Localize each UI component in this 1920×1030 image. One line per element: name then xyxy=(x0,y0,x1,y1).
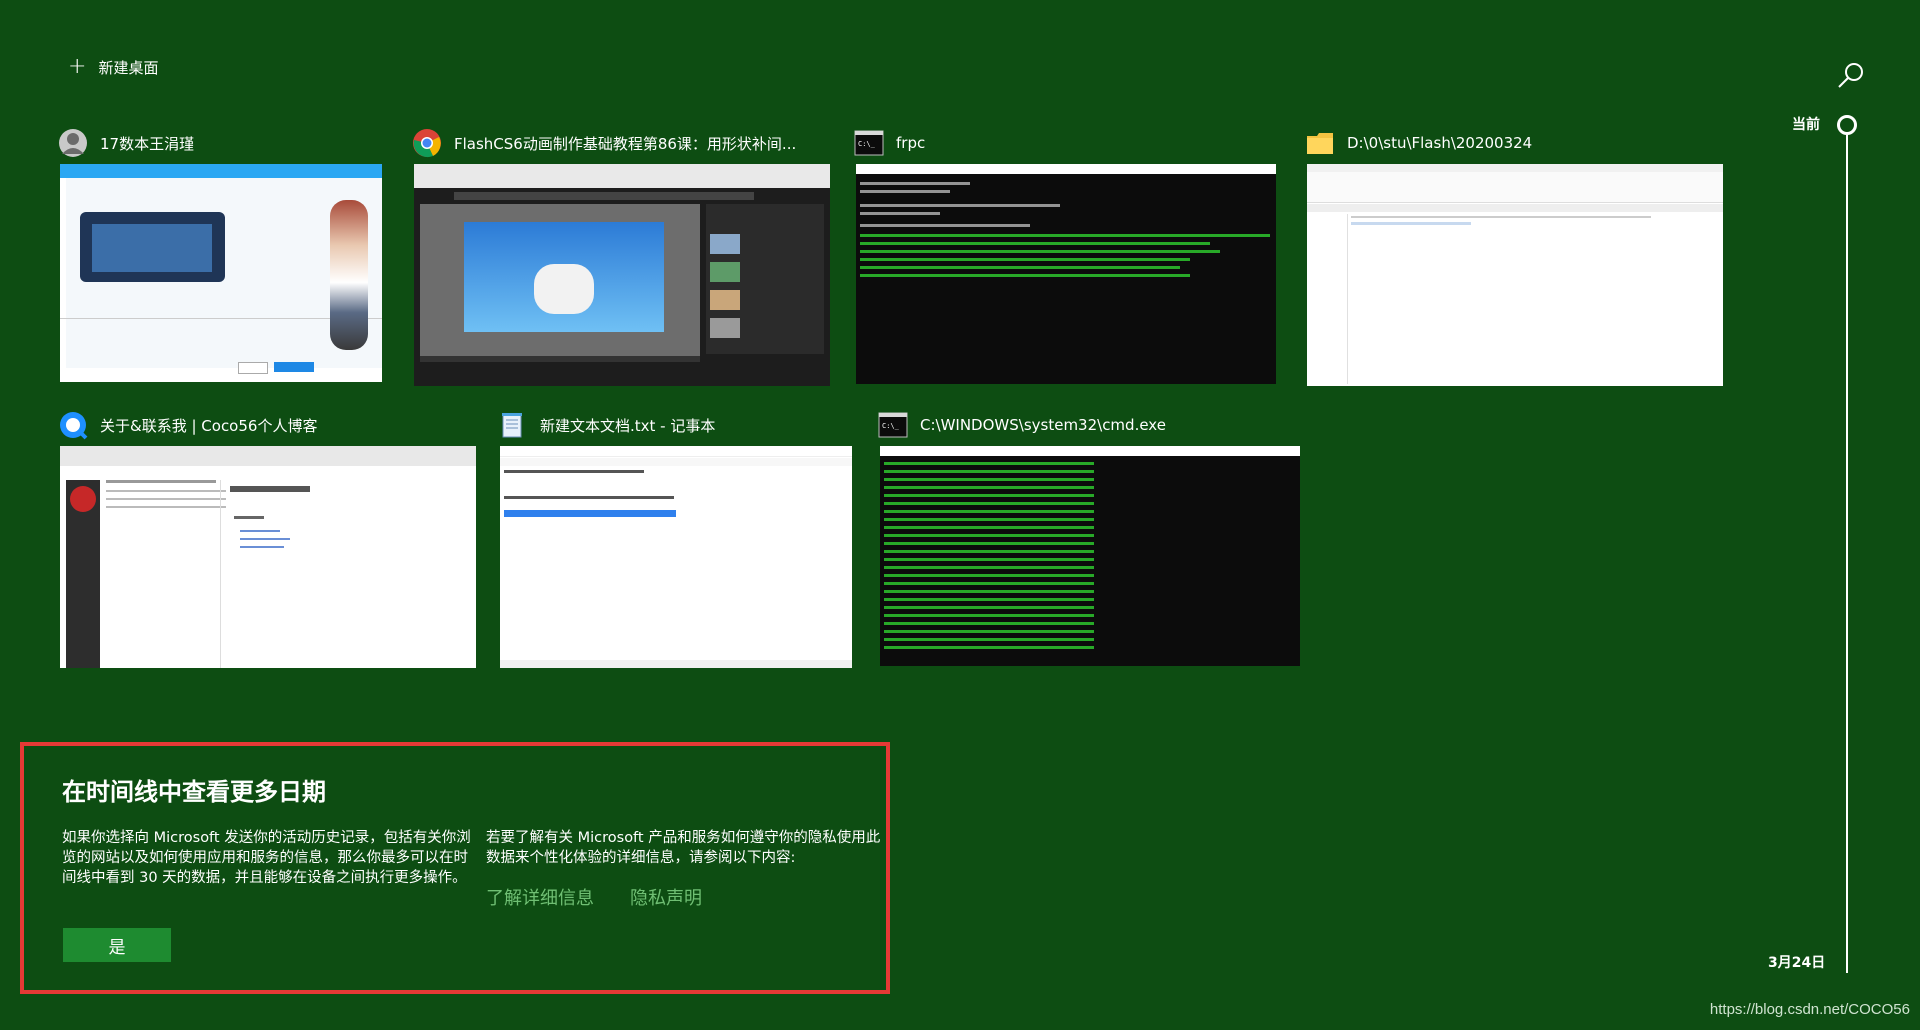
window-card-blog[interactable]: 关于&联系我 | Coco56个人博客 xyxy=(58,410,478,672)
terminal-icon: C:\_ xyxy=(854,130,884,156)
promo-heading: 在时间线中查看更多日期 xyxy=(62,778,326,806)
window-thumbnail[interactable] xyxy=(1307,164,1723,386)
timeline-track[interactable] xyxy=(1846,135,1848,973)
user-avatar-icon xyxy=(59,129,87,157)
window-thumbnail[interactable] xyxy=(60,446,476,668)
window-thumbnail[interactable] xyxy=(500,446,852,668)
folder-icon xyxy=(1307,133,1333,154)
window-thumbnail[interactable] xyxy=(880,446,1300,666)
search-icon[interactable] xyxy=(1836,60,1866,90)
window-card-notepad[interactable]: 新建文本文档.txt - 记事本 xyxy=(498,410,854,672)
window-card-explorer[interactable]: D:\0\stu\Flash\20200324 xyxy=(1305,128,1725,390)
qq-browser-icon xyxy=(60,412,88,440)
new-desktop-label: 新建桌面 xyxy=(98,58,159,77)
window-title: FlashCS6动画制作基础教程第86课：用形状补间... xyxy=(454,134,797,153)
terminal-icon: C:\_ xyxy=(878,412,908,438)
notepad-icon xyxy=(502,413,522,438)
window-card-frpc[interactable]: C:\_ frpc xyxy=(854,128,1284,390)
timeline-promo-panel: 在时间线中查看更多日期 如果你选择向 Microsoft 发送你的活动历史记录，… xyxy=(20,742,890,994)
privacy-statement-link[interactable]: 隐私声明 xyxy=(630,884,702,910)
promo-body-right: 若要了解有关 Microsoft 产品和服务如何遵守你的隐私使用此数据来个性化体… xyxy=(486,830,881,866)
promo-links: 了解详细信息 隐私声明 xyxy=(486,884,702,910)
watermark: https://blog.csdn.net/COCO56 xyxy=(1709,1001,1910,1018)
learn-more-link[interactable]: 了解详细信息 xyxy=(486,884,594,910)
window-thumbnail[interactable] xyxy=(414,164,830,386)
timeline-date-label: 3月24日 xyxy=(1768,955,1826,971)
window-card-qq-chat[interactable]: 17数本王涓瑾 xyxy=(58,128,388,388)
svg-text:C:\_: C:\_ xyxy=(858,140,876,148)
window-title: frpc xyxy=(896,134,926,152)
svg-text:C:\_: C:\_ xyxy=(882,422,900,430)
chrome-icon xyxy=(413,129,441,158)
window-title: D:\0\stu\Flash\20200324 xyxy=(1347,134,1533,152)
window-thumbnail[interactable] xyxy=(60,164,382,382)
window-title: C:\WINDOWS\system32\cmd.exe xyxy=(920,416,1166,434)
window-card-cmd[interactable]: C:\_ C:\WINDOWS\system32\cmd.exe xyxy=(878,410,1302,672)
new-desktop-button[interactable]: + 新建桌面 xyxy=(68,54,158,80)
window-card-chrome[interactable]: FlashCS6动画制作基础教程第86课：用形状补间... xyxy=(412,128,832,390)
promo-body-left: 如果你选择向 Microsoft 发送你的活动历史记录，包括有关你浏览的网站以及… xyxy=(62,830,471,886)
window-thumbnail[interactable] xyxy=(856,164,1276,384)
timeline-current-label: 当前 xyxy=(1792,117,1820,133)
timeline-scrubber-handle[interactable] xyxy=(1837,115,1857,135)
window-title: 17数本王涓瑾 xyxy=(100,134,195,153)
yes-button[interactable]: 是 xyxy=(63,928,171,962)
window-title: 关于&联系我 | Coco56个人博客 xyxy=(100,416,318,435)
plus-icon: + xyxy=(68,54,87,79)
window-title: 新建文本文档.txt - 记事本 xyxy=(540,416,716,435)
